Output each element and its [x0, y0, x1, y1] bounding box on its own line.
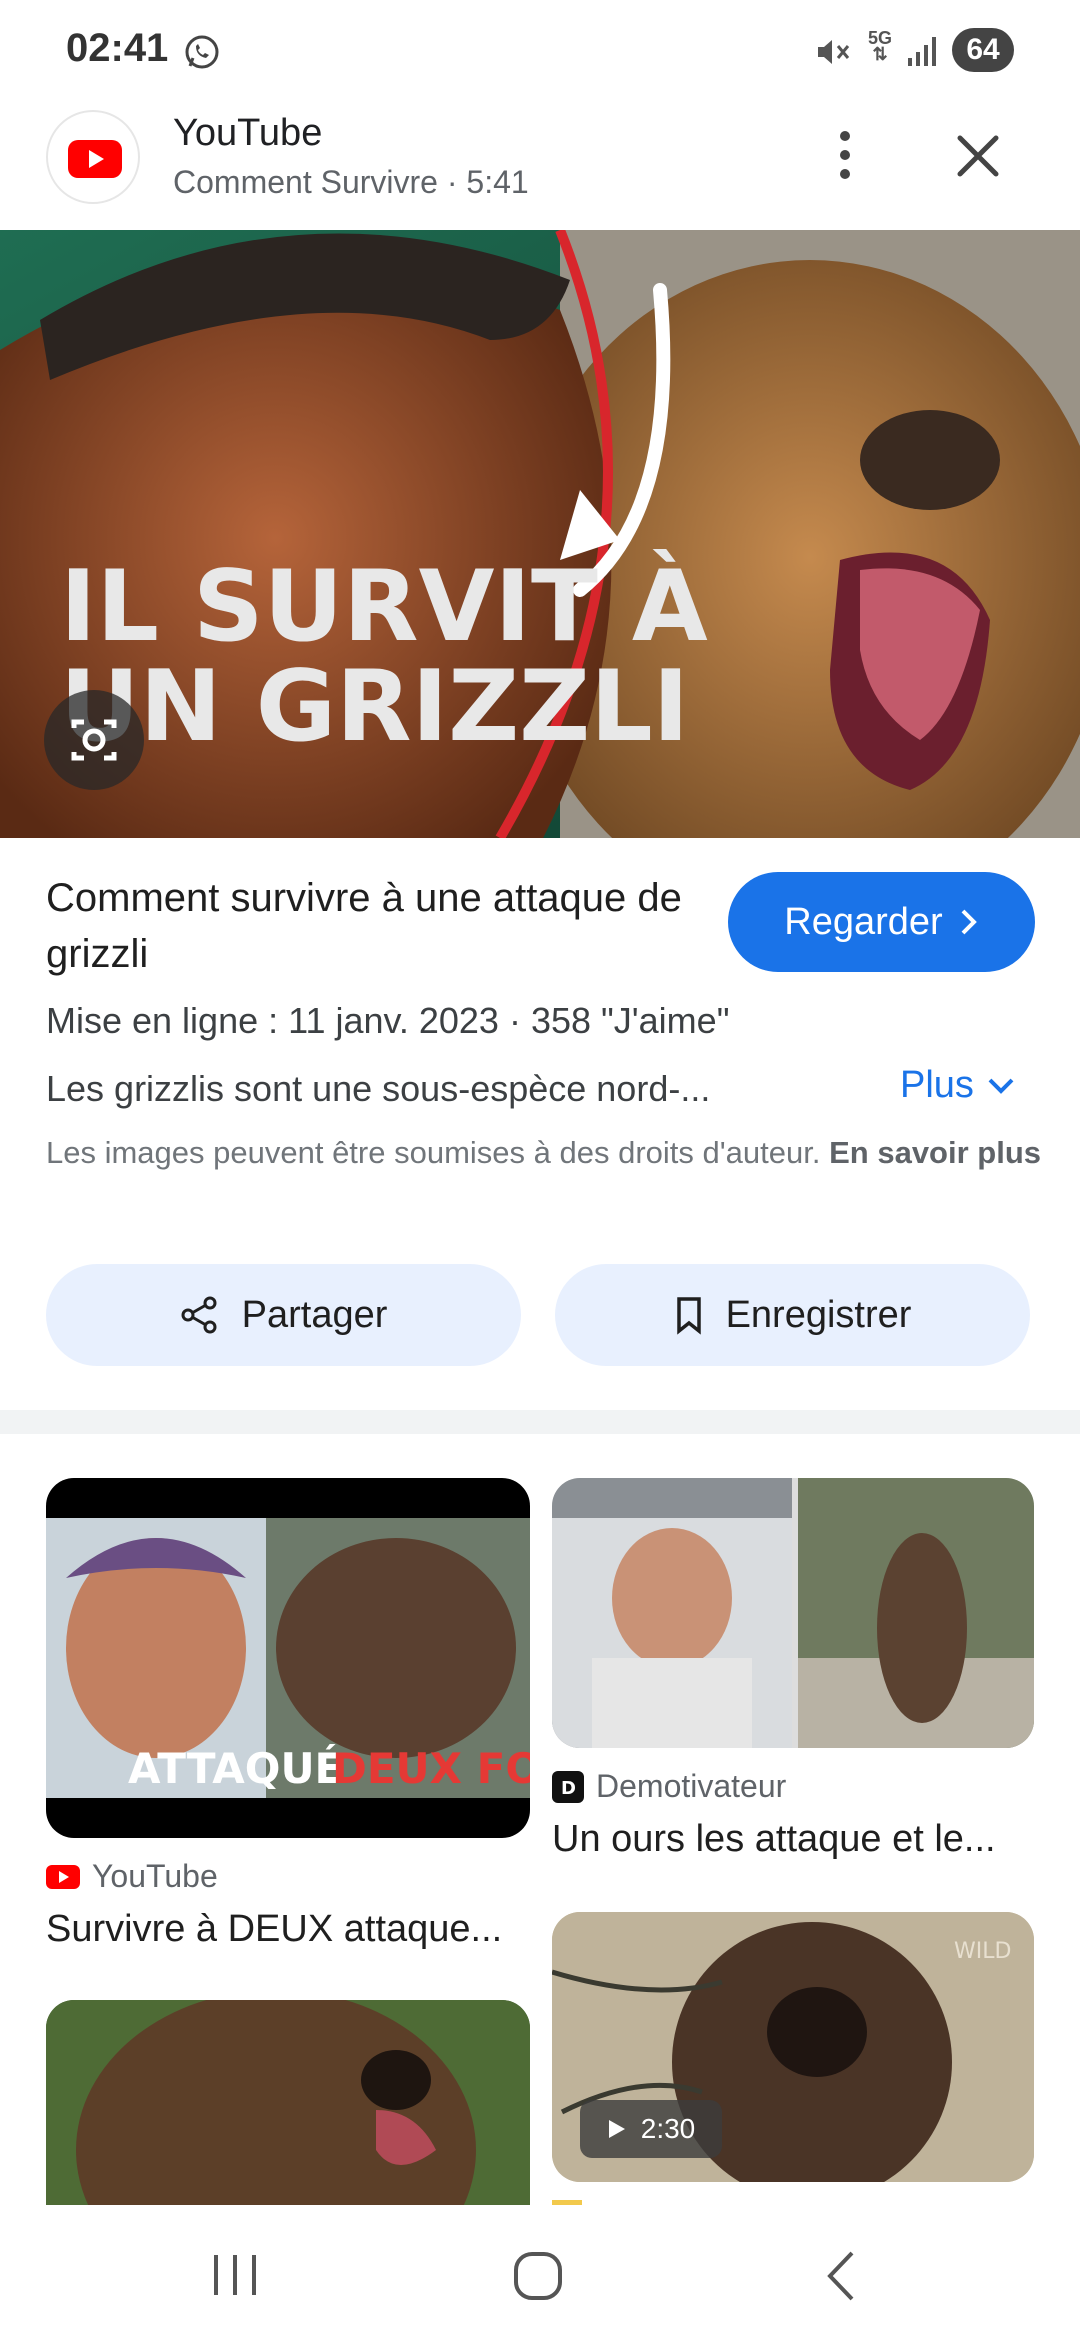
related-1-source: YouTube [46, 1858, 218, 1895]
bookmark-icon [676, 1297, 701, 1335]
play-icon [608, 2120, 625, 2138]
share-button[interactable]: Partager [46, 1264, 521, 1366]
more-button-label: Plus [900, 1064, 974, 1106]
related-1-title[interactable]: Survivre à DEUX attaque... [46, 1908, 502, 1951]
hero-image: IL SURVIT À UN GRIZZLI [0, 230, 1080, 838]
related-1-overlay-2: DEUX FOIS [332, 1744, 530, 1793]
related-image-4 [46, 2000, 530, 2205]
chevron-right-icon [961, 909, 977, 935]
home-icon[interactable] [512, 2250, 564, 2302]
network-type: 5G ⇅ [867, 28, 892, 64]
share-label: Partager [241, 1293, 388, 1336]
result-description: Les grizzlis sont une sous-espèce nord-.… [46, 1068, 711, 1109]
related-thumbnail-2[interactable] [552, 1478, 1034, 1748]
demotivateur-logo-icon: D [552, 1770, 584, 1803]
status-bar: 02:41 5G ⇅ 64 [0, 0, 1080, 100]
related-thumbnail-1[interactable]: ATTAQUÉ DEUX FOIS [46, 1478, 530, 1838]
section-divider [0, 1410, 1080, 1434]
chevron-down-icon [988, 1078, 1014, 1094]
youtube-small-icon [46, 1864, 80, 1889]
hero-overlay-line2: UN GRIZZLI [60, 650, 689, 764]
system-nav-bar [0, 2205, 1080, 2340]
share-icon [181, 1296, 217, 1334]
related-1-overlay-1: ATTAQUÉ [128, 1743, 343, 1793]
watch-button-label: Regarder [784, 900, 943, 943]
signal-icon [908, 37, 936, 66]
close-icon[interactable] [948, 126, 1008, 186]
related-2-source-name: Demotivateur [596, 1768, 787, 1804]
related-image-1: ATTAQUÉ DEUX FOIS [46, 1518, 530, 1798]
duration-badge: 2:30 [580, 2100, 722, 2158]
copyright-notice: Les images peuvent être soumises à des d… [46, 1130, 1046, 1175]
battery-icon: 64 [952, 28, 1014, 72]
back-icon[interactable] [822, 2249, 862, 2303]
whatsapp-icon [185, 35, 219, 69]
svg-text:D: D [561, 1778, 576, 1799]
related-2-source: D Demotivateur [552, 1768, 786, 1805]
source-header: YouTube Comment Survivre · 5:41 [0, 100, 1080, 230]
lens-icon [71, 719, 117, 761]
save-button[interactable]: Enregistrer [555, 1264, 1030, 1366]
duration-text: 2:30 [640, 2113, 696, 2144]
related-image-2 [552, 1478, 1034, 1748]
related-2-title[interactable]: Un ours les attaque et le... [552, 1818, 996, 1861]
save-label: Enregistrer [725, 1293, 912, 1336]
more-vert-icon[interactable] [820, 120, 870, 190]
hero-thumbnail[interactable]: IL SURVIT À UN GRIZZLI [0, 230, 1080, 838]
source-subtitle: Comment Survivre · 5:41 [173, 164, 529, 200]
related-3-watermark: WILD [954, 1939, 1011, 1964]
recent-apps-icon[interactable] [210, 2253, 260, 2297]
related-thumbnail-4[interactable] [46, 2000, 530, 2205]
lens-button[interactable] [44, 690, 144, 790]
hero-overlay-line1: IL SURVIT À [60, 549, 708, 664]
result-meta: Mise en ligne : 11 janv. 2023 · 358 "J'a… [46, 1000, 730, 1041]
mute-icon [818, 40, 850, 64]
copyright-text: Les images peuvent être soumises à des d… [46, 1135, 821, 1170]
watch-button[interactable]: Regarder [728, 872, 1035, 972]
youtube-logo-icon [46, 110, 140, 204]
result-title: Comment survivre à une attaque de grizzl… [46, 876, 682, 976]
source-title[interactable]: YouTube [173, 112, 322, 155]
learn-more-link[interactable]: En savoir plus [829, 1135, 1041, 1170]
more-button[interactable]: Plus [900, 1064, 1016, 1107]
related-1-source-name: YouTube [92, 1858, 218, 1894]
status-time: 02:41 [66, 26, 169, 70]
